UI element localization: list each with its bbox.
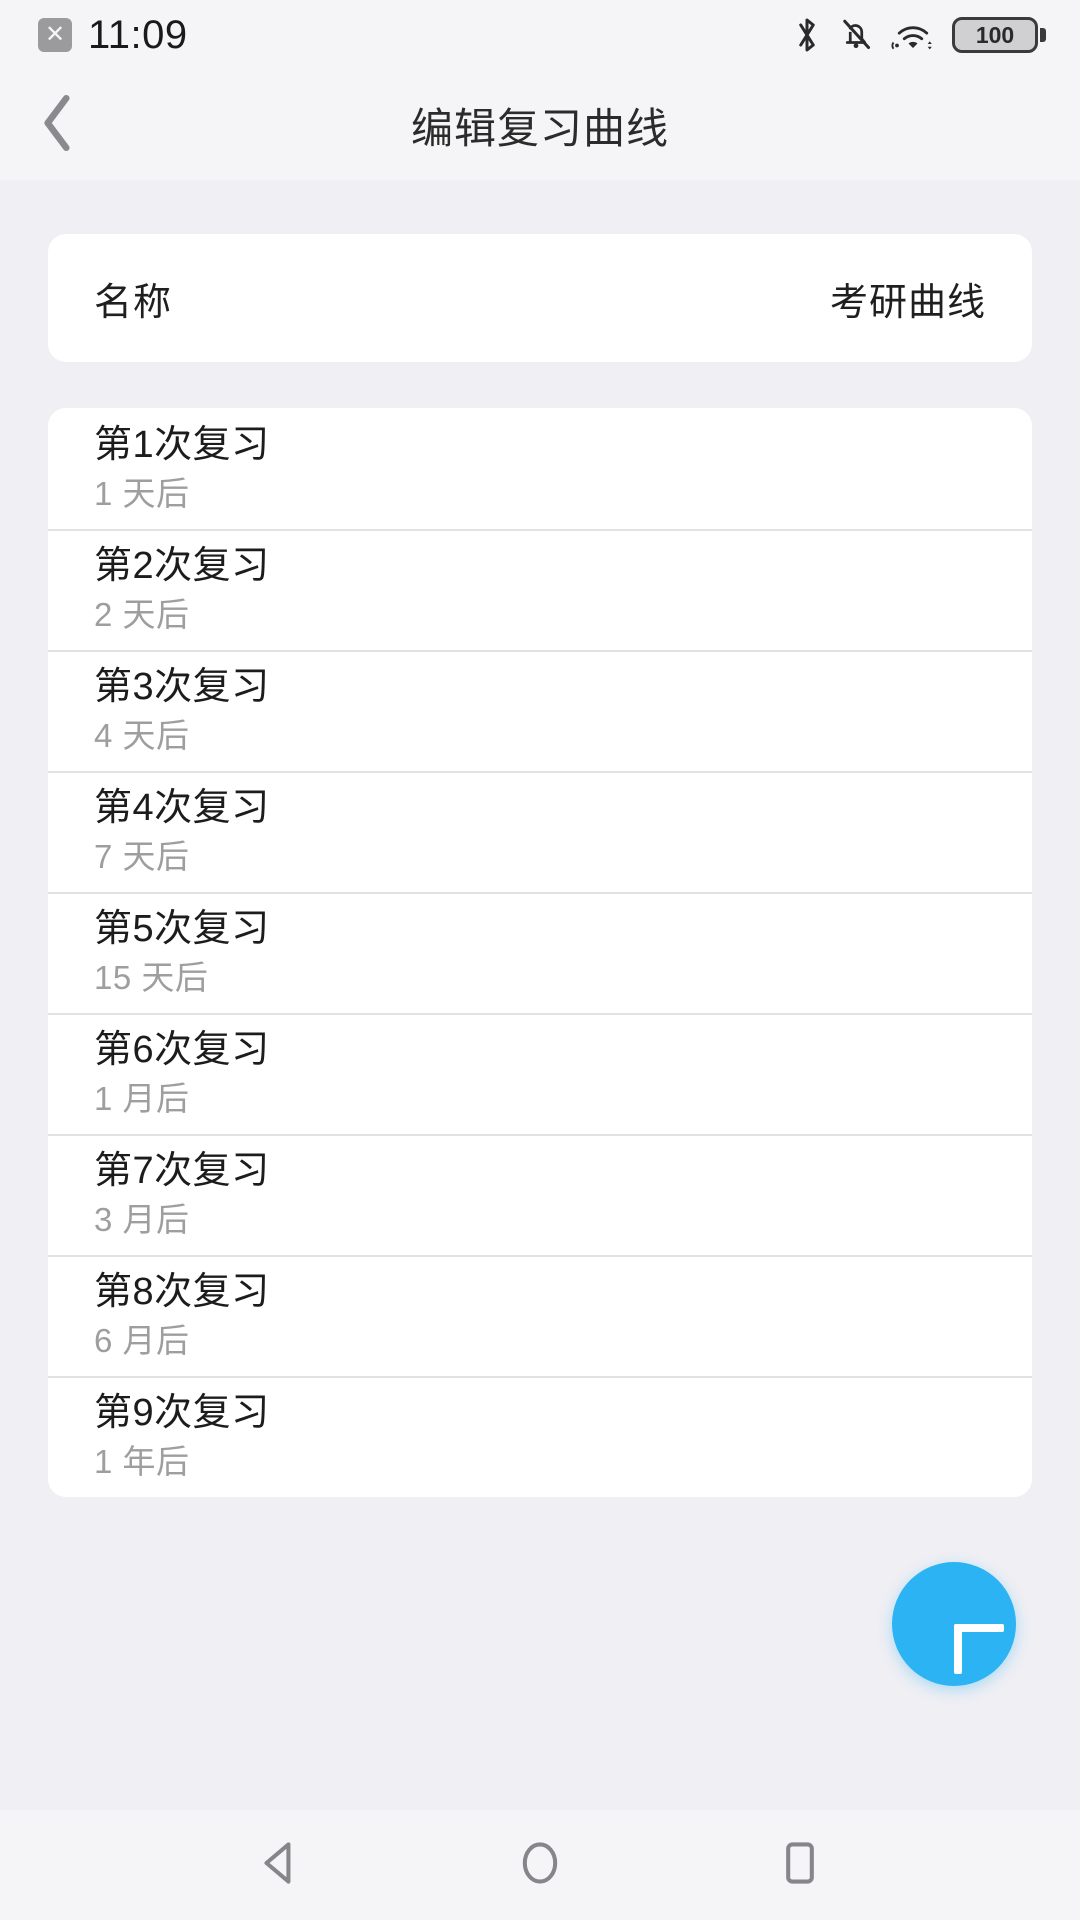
review-list-item[interactable]: 第8次复习 6 月后: [48, 1255, 1032, 1376]
battery-icon: 100: [952, 17, 1046, 53]
review-list-item[interactable]: 第4次复习 7 天后: [48, 771, 1032, 892]
nav-home-button[interactable]: [480, 1820, 600, 1910]
bell-muted-icon: [838, 15, 874, 55]
review-title: 第6次复习: [94, 1028, 270, 1071]
review-list-item[interactable]: 第2次复习 2 天后: [48, 529, 1032, 650]
review-interval: 1 年后: [94, 1443, 190, 1481]
add-review-fab[interactable]: [892, 1562, 1016, 1686]
back-button[interactable]: [14, 82, 100, 168]
app-bar: 编辑复习曲线: [0, 70, 1080, 180]
status-bar-clock: 11:09: [88, 13, 188, 57]
status-bar: ✕ 11:09 100: [0, 0, 1080, 70]
battery-level-text: 100: [975, 21, 1015, 48]
wifi-icon: [890, 15, 936, 55]
close-badge-icon: ✕: [38, 18, 72, 52]
nav-recents-square-icon: [773, 1836, 827, 1895]
nav-home-circle-icon: [513, 1836, 567, 1895]
review-interval: 3 月后: [94, 1201, 190, 1239]
name-value[interactable]: 考研曲线: [830, 271, 986, 326]
nav-back-button[interactable]: [220, 1820, 340, 1910]
review-title: 第1次复习: [94, 423, 270, 466]
review-list-item[interactable]: 第1次复习 1 天后: [48, 408, 1032, 529]
name-label: 名称: [94, 281, 173, 324]
review-title: 第8次复习: [94, 1270, 270, 1313]
battery-cap-icon: [1040, 28, 1046, 42]
bluetooth-icon: [792, 15, 822, 55]
back-chevron-icon: [37, 92, 77, 159]
nav-recents-button[interactable]: [740, 1820, 860, 1910]
review-interval: 15 天后: [94, 959, 209, 997]
phone-screen: ✕ 11:09 100 编辑复习曲线 名称 考研曲线 第1次复习 1 天后 第2…: [0, 0, 1080, 1920]
review-title: 第9次复习: [94, 1391, 270, 1434]
review-interval: 6 月后: [94, 1322, 190, 1360]
review-list-item[interactable]: 第6次复习 1 月后: [48, 1013, 1032, 1134]
status-bar-right: 100: [792, 15, 1046, 55]
review-title: 第7次复习: [94, 1149, 270, 1192]
review-interval: 7 天后: [94, 838, 190, 876]
review-interval: 1 天后: [94, 475, 190, 513]
review-list-item[interactable]: 第7次复习 3 月后: [48, 1134, 1032, 1255]
nav-back-triangle-icon: [253, 1836, 307, 1895]
review-title: 第3次复习: [94, 665, 270, 708]
name-field-row[interactable]: 名称 考研曲线: [48, 234, 1032, 362]
review-list: 第1次复习 1 天后 第2次复习 2 天后 第3次复习 4 天后 第4次复习 7…: [48, 408, 1032, 1497]
review-interval: 4 天后: [94, 717, 190, 755]
review-title: 第5次复习: [94, 907, 270, 950]
status-bar-left: ✕ 11:09: [38, 15, 188, 55]
review-title: 第2次复习: [94, 544, 270, 587]
content-area: 名称 考研曲线 第1次复习 1 天后 第2次复习 2 天后 第3次复习 4 天后…: [0, 180, 1080, 1810]
system-navigation-bar: [0, 1810, 1080, 1920]
page-title: 编辑复习曲线: [410, 104, 669, 152]
review-interval: 2 天后: [94, 596, 190, 634]
review-list-item[interactable]: 第9次复习 1 年后: [48, 1376, 1032, 1497]
review-interval: 1 月后: [94, 1080, 190, 1118]
review-list-item[interactable]: 第5次复习 15 天后: [48, 892, 1032, 1013]
review-title: 第4次复习: [94, 786, 270, 829]
review-list-item[interactable]: 第3次复习 4 天后: [48, 650, 1032, 771]
